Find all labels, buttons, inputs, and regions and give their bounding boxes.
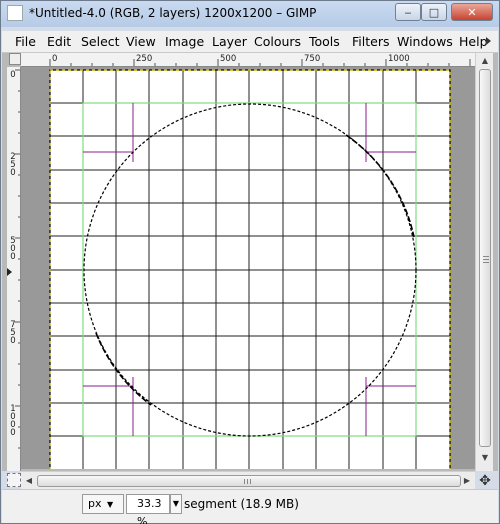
scroll-left-icon[interactable]: ◀ [22, 474, 36, 488]
scroll-up-icon[interactable]: ▲ [479, 54, 491, 68]
ruler-label: 500 [10, 236, 16, 262]
app-icon [7, 5, 23, 21]
status-bar: px ▼ 33.3 % ▼ segment (18.9 MB) [2, 489, 498, 524]
image-canvas[interactable] [21, 67, 475, 469]
horizontal-scroll-thumb[interactable] [37, 475, 461, 487]
grip-line [483, 256, 489, 257]
scroll-down-icon[interactable]: ▼ [479, 451, 491, 465]
menu-help[interactable]: Help [459, 34, 488, 49]
grip-line [483, 259, 489, 260]
grip-line [483, 262, 489, 263]
ruler-label: 500 [220, 54, 237, 64]
menu-view[interactable]: View [126, 34, 156, 49]
zoom-dropdown-icon[interactable]: ▼ [170, 494, 182, 514]
zoom-input[interactable]: 33.3 % [126, 494, 170, 524]
quick-mask-icon[interactable] [7, 473, 21, 487]
menu-image[interactable]: Image [165, 34, 204, 49]
menu-filters[interactable]: Filters [352, 34, 389, 49]
horizontal-scrollbar[interactable]: ◀ ▶ [21, 471, 475, 489]
unit-selector[interactable]: px ▼ [82, 494, 124, 514]
grip-line [244, 479, 245, 484]
unit-value: px [88, 497, 102, 510]
move-icon[interactable]: ✥ [477, 473, 493, 489]
grip-line [247, 479, 248, 484]
vertical-scrollbar[interactable]: ▲ ▼ [475, 53, 493, 471]
scroll-right-icon[interactable]: ▶ [460, 474, 474, 488]
ruler-label: 0 [10, 70, 16, 80]
menu-tools[interactable]: Tools [309, 34, 340, 49]
chevron-down-icon: ▼ [107, 500, 114, 509]
ruler-label: 1000 [10, 404, 16, 438]
menu-windows[interactable]: Windows [397, 34, 453, 49]
image-content [49, 69, 451, 469]
vertical-scroll-thumb[interactable] [479, 69, 491, 447]
ruler-label: 250 [136, 54, 153, 64]
minimize-button[interactable]: ‒ [395, 3, 421, 21]
window-title: *Untitled-4.0 (RGB, 2 layers) 1200x1200 … [29, 6, 317, 20]
menu-layer[interactable]: Layer [212, 34, 247, 49]
close-button[interactable]: ✕ [451, 3, 493, 21]
menu-button-icon[interactable] [9, 53, 21, 65]
ruler-label: 1000 [388, 54, 410, 64]
menu-edit[interactable]: Edit [47, 34, 71, 49]
menu-select[interactable]: Select [81, 34, 120, 49]
ruler-label: 750 [304, 54, 321, 64]
status-message: segment (18.9 MB) [184, 497, 299, 511]
menu-arrow-icon[interactable] [486, 37, 491, 45]
horizontal-ruler[interactable]: 0 250 500 750 1000 [21, 53, 475, 67]
menu-file[interactable]: File [15, 34, 36, 49]
menu-bar: File Edit Select View Image Layer Colour… [2, 31, 498, 53]
title-bar: *Untitled-4.0 (RGB, 2 layers) 1200x1200 … [1, 1, 499, 27]
ruler-label: 750 [10, 320, 16, 346]
vertical-ruler[interactable]: 0 250 500 750 1000 [7, 67, 21, 471]
maximize-button[interactable]: □ [421, 3, 447, 21]
grip-line [250, 479, 251, 484]
gimp-window: *Untitled-4.0 (RGB, 2 layers) 1200x1200 … [0, 0, 500, 524]
ruler-label: 250 [10, 152, 16, 178]
ruler-label: 0 [52, 54, 58, 64]
menu-colours[interactable]: Colours [254, 34, 301, 49]
